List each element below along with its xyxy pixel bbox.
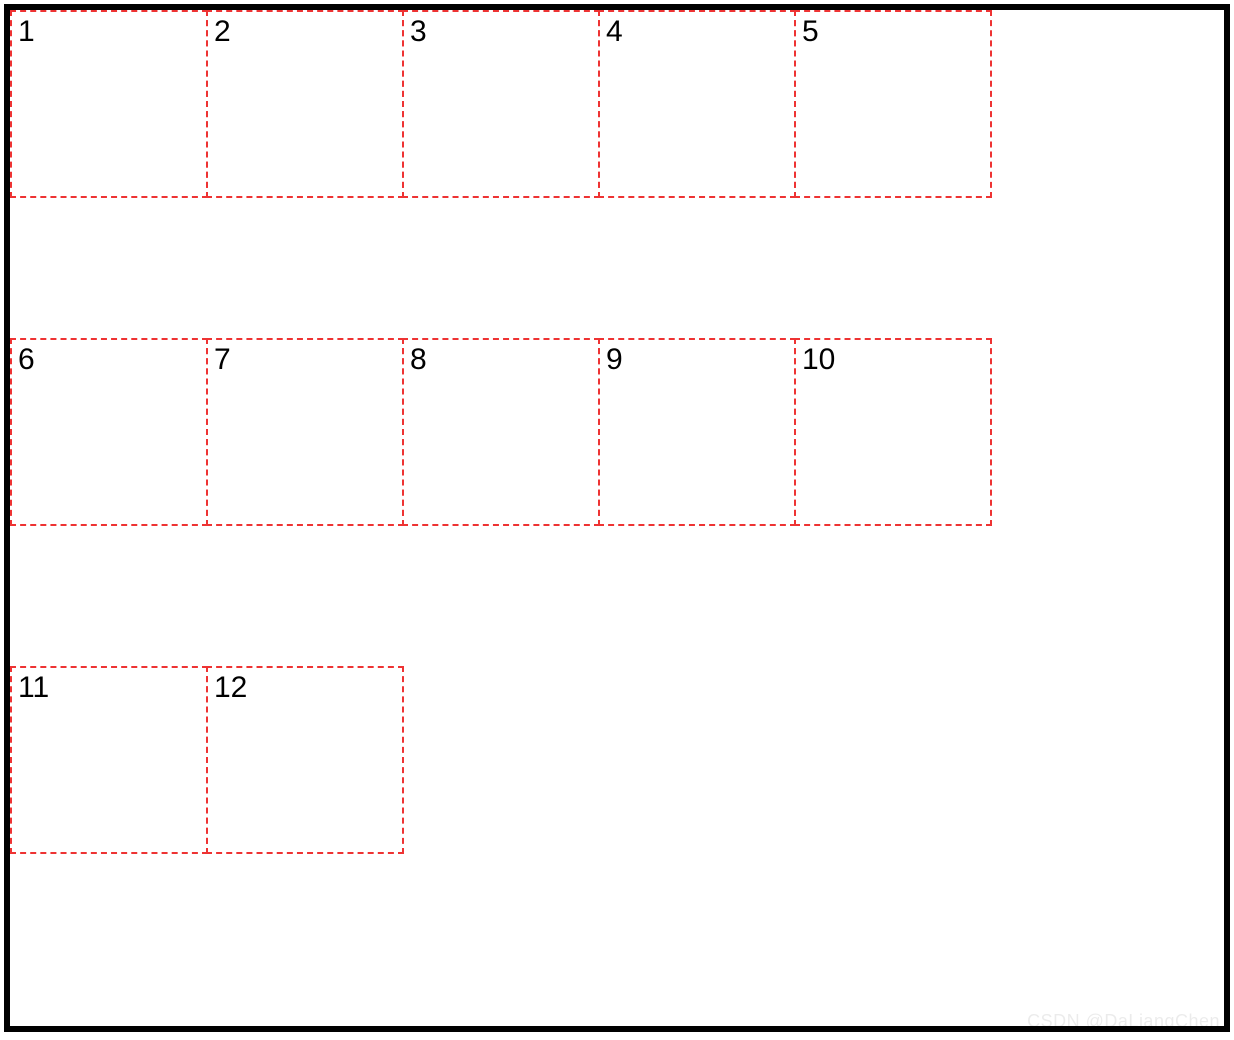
grid-cell: 1 [10,10,208,198]
grid-row: 11 12 [10,666,1224,854]
grid-cell: 5 [794,10,992,198]
grid-container: 1 2 3 4 5 6 7 8 9 10 11 12 [4,4,1230,1032]
grid-cell: 6 [10,338,208,526]
grid-cell: 4 [598,10,796,198]
grid-row: 1 2 3 4 5 [10,10,1224,198]
grid-cell: 12 [206,666,404,854]
grid-row: 6 7 8 9 10 [10,338,1224,526]
grid-cell: 11 [10,666,208,854]
grid-cell: 9 [598,338,796,526]
grid-cell: 7 [206,338,404,526]
grid-cell: 3 [402,10,600,198]
grid-cell: 2 [206,10,404,198]
grid-cell: 8 [402,338,600,526]
grid-cell: 10 [794,338,992,526]
